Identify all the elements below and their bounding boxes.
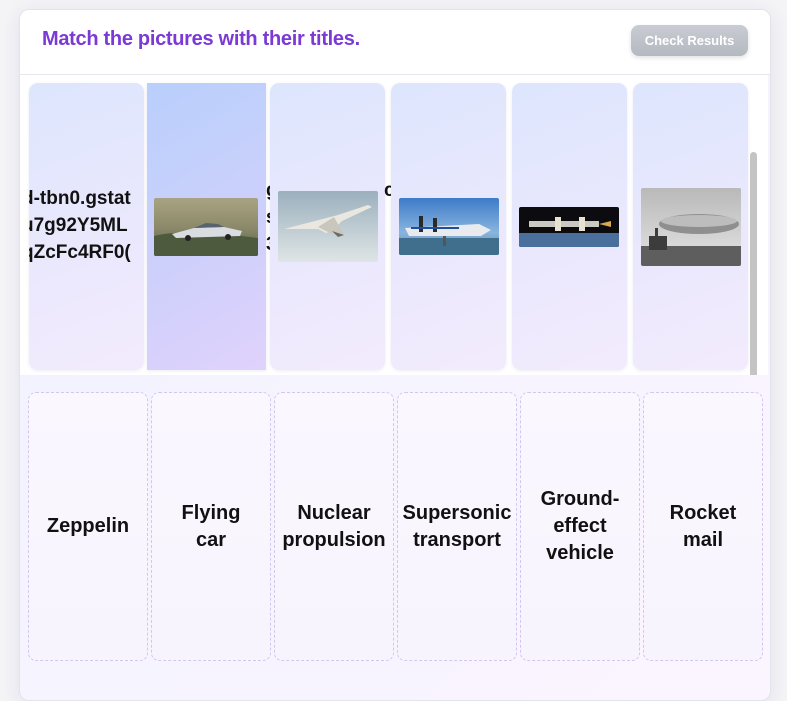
picture-card-4[interactable] [391,83,506,370]
picture-strip[interactable]: d-tbn0.gstat u7g92Y5ML qZcFc4RF0(c [20,75,768,375]
picture-card-6[interactable] [633,83,748,370]
picture-card-1[interactable]: d-tbn0.gstat u7g92Y5ML qZcFc4RF0( [29,83,144,370]
zeppelin-photo [641,188,741,266]
title-slot-rocket-mail[interactable]: Rocket mail [643,392,763,661]
ekranoplan-photo [399,198,499,255]
page-title: Match the pictures with their titles. [42,28,360,50]
picture-card-2[interactable] [147,83,266,370]
flying-car-photo [154,198,258,256]
picture-card-5[interactable] [512,83,627,370]
title-slot-ground-effect-vehicle[interactable]: Ground-effect vehicle [520,392,640,661]
check-results-button[interactable]: Check Results [631,25,748,56]
header-bar: Match the pictures with their titles. Ch… [20,10,770,75]
supersonic-jet-photo [278,191,378,262]
picture-card-3[interactable] [270,83,385,370]
broken-image-alt-text: d-tbn0.gstat u7g92Y5ML qZcFc4RF0( [29,188,131,263]
slot-label: Flying car [181,501,241,551]
slot-label: Rocket mail [669,501,737,551]
slot-label: Nuclear propulsion [282,501,386,551]
vertical-scrollbar[interactable] [750,152,757,375]
title-slot-nuclear-propulsion[interactable]: Nuclear propulsion [274,392,394,661]
title-slot-zeppelin[interactable]: Zeppelin [28,392,148,661]
title-slot-flying-car[interactable]: Flying car [151,392,271,661]
title-slot-supersonic-transport[interactable]: Supersonic transport [397,392,517,661]
rocket-photo [519,207,619,247]
slot-label: Ground-effect vehicle [540,488,620,564]
slot-label: Supersonic transport [402,501,512,551]
quiz-panel: Match the pictures with their titles. Ch… [19,9,771,701]
